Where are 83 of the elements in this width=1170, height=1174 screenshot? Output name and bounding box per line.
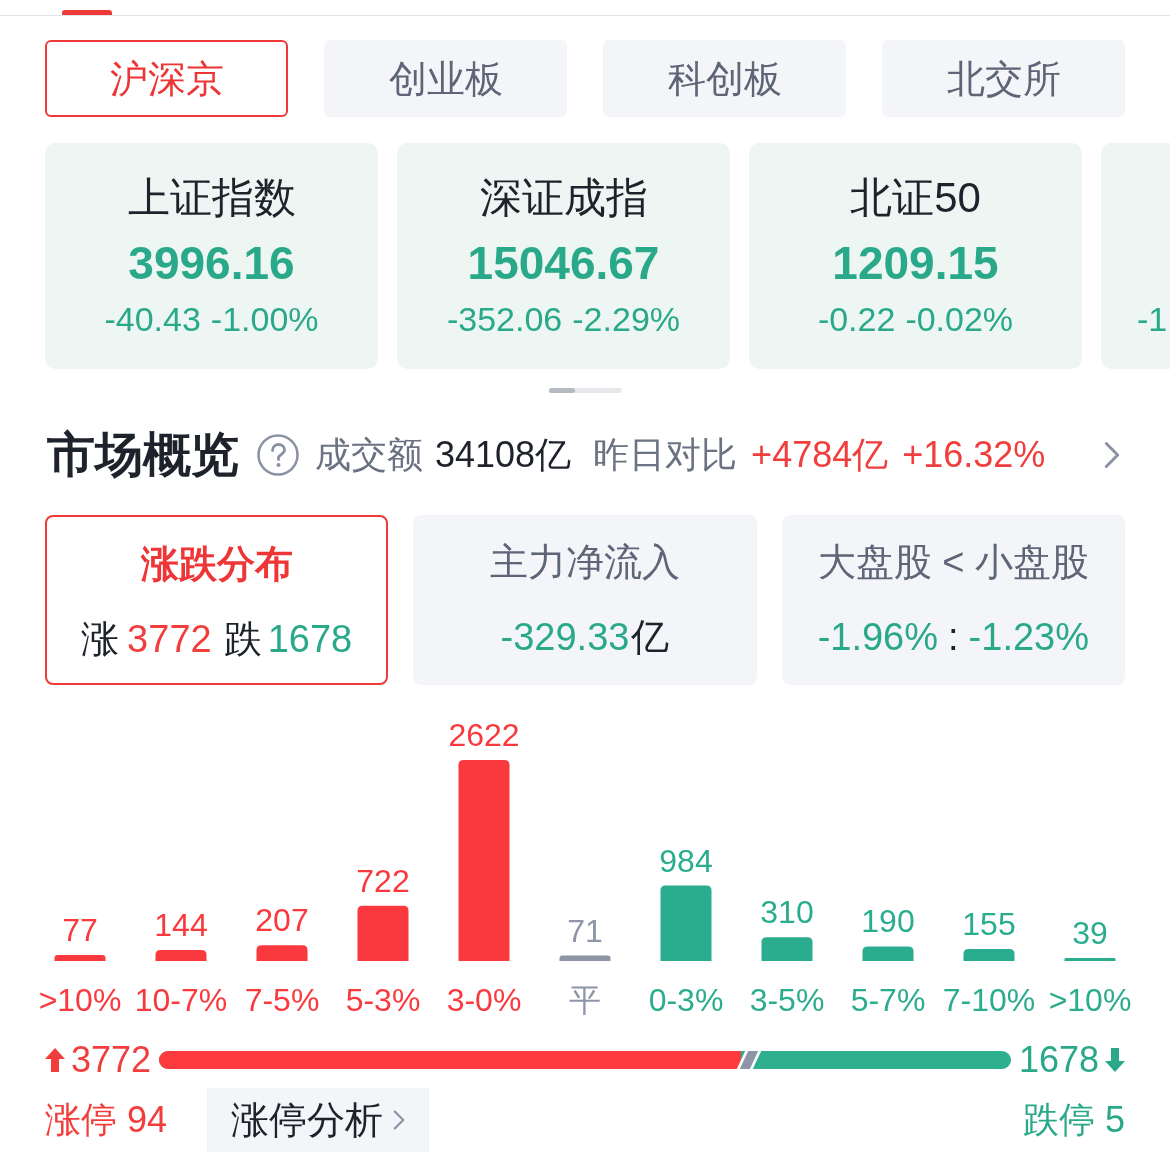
chart-bar xyxy=(1064,958,1116,961)
index-change: -1 xyxy=(1137,299,1169,340)
chart-bar xyxy=(559,955,611,961)
tab-indicator xyxy=(62,10,112,15)
turnover-label: 成交额 xyxy=(315,437,423,473)
overview-card-title: 主力净流入 xyxy=(490,540,680,585)
index-card[interactable]: 上证指数 3996.16 -40.43 -1.00% xyxy=(45,143,378,369)
rise-count: 3772 xyxy=(127,617,212,662)
index-value: 15046.67 xyxy=(467,236,660,291)
index-card[interactable]: 北证50 1209.15 -0.22 -0.02% xyxy=(749,143,1082,369)
chevron-right-icon[interactable] xyxy=(1104,441,1120,469)
overview-card-title: 大盘股 < 小盘股 xyxy=(817,540,1089,585)
index-change: -0.22 xyxy=(817,299,896,340)
market-tab[interactable]: 沪深京 xyxy=(45,40,288,117)
category-label: 3-5% xyxy=(749,982,825,1018)
chart-bar xyxy=(761,937,813,961)
compare-percent: +16.32% xyxy=(902,437,1046,473)
index-value: 1209.15 xyxy=(832,236,999,291)
fall-count: 1678 xyxy=(267,617,353,662)
limit-down-count: 跌停 5 xyxy=(1022,1102,1125,1138)
section-title: 市场概览 xyxy=(47,431,239,479)
category-label: >10% xyxy=(38,982,122,1018)
category-label: 平 xyxy=(569,982,601,1018)
arrow-up-icon xyxy=(45,1048,65,1072)
bar-value-label: 39 xyxy=(1072,915,1108,951)
bar-value-label: 310 xyxy=(760,894,814,931)
index-change-percent: -1.00% xyxy=(210,299,319,340)
market-tab[interactable]: 科创板 xyxy=(603,40,846,117)
category-label: 0-3% xyxy=(648,982,724,1018)
index-card[interactable]: 深证成指 15046.67 -352.06 -2.29% xyxy=(397,143,730,369)
fall-label: 跌 xyxy=(223,617,262,662)
bar-value-label: 722 xyxy=(356,862,410,899)
bar-value-label: 71 xyxy=(567,912,603,949)
help-icon[interactable] xyxy=(257,434,299,476)
market-tab[interactable]: 创业板 xyxy=(324,40,567,117)
limit-up-analysis-button[interactable]: 涨停分析 xyxy=(207,1088,430,1152)
chart-bar xyxy=(862,946,914,961)
category-label: >10% xyxy=(1048,982,1132,1018)
category-label: 3-0% xyxy=(446,982,522,1018)
index-value: 3996.16 xyxy=(128,236,295,291)
index-change: -352.06 xyxy=(446,299,563,340)
overview-card-title: 涨跌分布 xyxy=(140,542,293,587)
category-label: 5-3% xyxy=(345,982,421,1018)
chevron-right-icon xyxy=(393,1109,406,1131)
turnover-value: 34108亿 xyxy=(435,437,572,473)
bar-value-label: 207 xyxy=(255,902,309,939)
compare-label: 昨日对比 xyxy=(593,437,738,473)
net-inflow-value: -329.33 xyxy=(500,615,630,660)
rise-total: 3772 xyxy=(71,1042,152,1078)
bar-value-label: 2622 xyxy=(448,717,520,753)
category-label: 7-5% xyxy=(244,982,320,1018)
compare-change: +4784亿 xyxy=(751,437,889,473)
ratio-separator: : xyxy=(948,615,959,660)
limit-up-count: 涨停 94 xyxy=(45,1102,168,1138)
category-label: 10-7% xyxy=(134,982,228,1018)
small-cap-change: -1.23% xyxy=(968,615,1089,660)
category-label: 5-7% xyxy=(850,982,926,1018)
unit-label: 亿 xyxy=(631,615,670,660)
chart-bar xyxy=(357,905,409,961)
index-change-percent: -2.29% xyxy=(572,299,681,340)
bar-value-label: 984 xyxy=(659,842,713,879)
overview-card[interactable]: 大盘股 < 小盘股 -1.96% : -1.23% xyxy=(781,515,1125,685)
chart-bar xyxy=(54,955,106,961)
rise-label: 涨 xyxy=(81,617,120,662)
index-change-percent: -0.02% xyxy=(905,299,1014,340)
market-tab[interactable]: 北交所 xyxy=(882,40,1125,117)
index-name: 上证指数 xyxy=(127,173,296,223)
index-name: 深证成指 xyxy=(479,173,648,223)
bar-value-label: 77 xyxy=(62,912,98,949)
index-name: 北证50 xyxy=(850,173,981,223)
bar-value-label: 190 xyxy=(861,903,915,940)
overview-card[interactable]: 涨跌分布 涨 3772 跌 1678 xyxy=(45,515,389,685)
bar-value-label: 144 xyxy=(154,906,208,943)
fall-total: 1678 xyxy=(1018,1042,1099,1078)
index-change: -40.43 xyxy=(104,299,201,340)
large-cap-change: -1.96% xyxy=(817,615,939,660)
chart-bar xyxy=(155,949,207,961)
chart-bar xyxy=(963,949,1015,961)
overview-card[interactable]: 主力净流入 -329.33亿 xyxy=(413,515,757,685)
arrow-down-icon xyxy=(1105,1048,1125,1072)
chart-bar xyxy=(256,945,308,961)
category-label: 7-10% xyxy=(942,982,1036,1018)
bar-value-label: 155 xyxy=(962,906,1016,943)
